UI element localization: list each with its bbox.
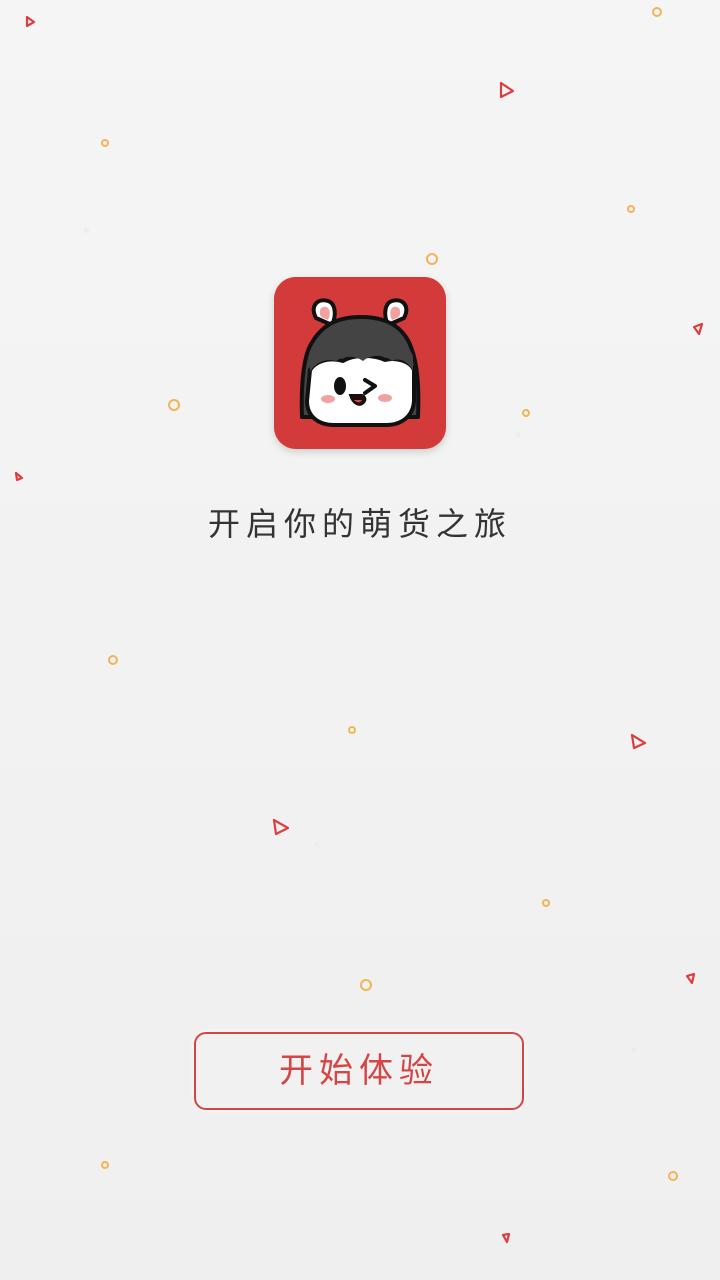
circle-decoration bbox=[627, 205, 635, 213]
circle-decoration bbox=[522, 409, 530, 417]
circle-decoration bbox=[426, 253, 438, 265]
welcome-tagline: 开启你的萌货之旅 bbox=[207, 505, 512, 543]
triangle-decoration bbox=[272, 818, 290, 836]
triangle-decoration bbox=[499, 81, 515, 99]
circle-decoration bbox=[542, 899, 550, 907]
triangle-decoration bbox=[685, 972, 696, 985]
circle-decoration bbox=[348, 726, 356, 734]
triangle-decoration bbox=[630, 733, 647, 750]
triangle-decoration bbox=[692, 322, 704, 336]
triangle-decoration bbox=[25, 15, 36, 28]
circle-decoration bbox=[360, 979, 372, 991]
start-experience-button[interactable]: 开始体验 bbox=[194, 1032, 524, 1110]
circle-decoration bbox=[652, 7, 662, 17]
circle-decoration bbox=[668, 1171, 678, 1181]
circle-decoration bbox=[101, 139, 109, 147]
triangle-decoration bbox=[501, 1232, 511, 1244]
triangle-decoration bbox=[14, 471, 24, 482]
circle-decoration bbox=[168, 399, 180, 411]
circle-decoration bbox=[108, 655, 118, 665]
bunny-girl-icon bbox=[274, 277, 446, 449]
app-logo bbox=[274, 277, 446, 449]
circle-decoration bbox=[101, 1161, 109, 1169]
